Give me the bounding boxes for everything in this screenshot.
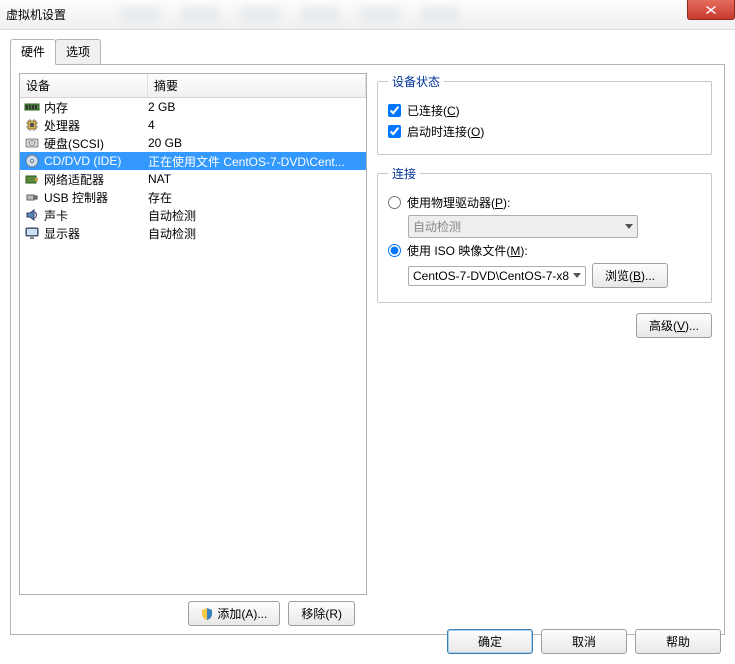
device-name: 显示器 bbox=[44, 225, 148, 242]
device-status-group: 设备状态 已连接(C) 启动时连接(O) bbox=[377, 73, 712, 155]
hardware-row-disk[interactable]: 硬盘(SCSI)20 GB bbox=[20, 134, 366, 152]
use-iso-radio[interactable] bbox=[388, 244, 401, 257]
device-name: 声卡 bbox=[44, 207, 148, 224]
connection-group: 连接 使用物理驱动器(P): 自动检测 使用 ISO 映像文件(M): bbox=[377, 165, 712, 303]
chevron-down-icon bbox=[625, 224, 633, 229]
hardware-row-nic[interactable]: 网络适配器NAT bbox=[20, 170, 366, 188]
use-physical-radio[interactable] bbox=[388, 196, 401, 209]
sound-icon bbox=[24, 207, 40, 223]
hardware-row-cpu[interactable]: 处理器4 bbox=[20, 116, 366, 134]
add-hardware-button[interactable]: 添加(A)... bbox=[188, 601, 280, 626]
column-summary[interactable]: 摘要 bbox=[148, 74, 366, 97]
cpu-icon bbox=[24, 117, 40, 133]
connection-legend: 连接 bbox=[388, 165, 420, 182]
close-icon bbox=[706, 6, 716, 14]
device-name: USB 控制器 bbox=[44, 189, 148, 206]
column-device[interactable]: 设备 bbox=[20, 74, 148, 97]
device-summary: 2 GB bbox=[148, 100, 362, 114]
chevron-down-icon bbox=[573, 273, 581, 278]
device-summary: 存在 bbox=[148, 189, 362, 206]
hardware-row-sound[interactable]: 声卡自动检测 bbox=[20, 206, 366, 224]
connected-checkbox[interactable] bbox=[388, 104, 401, 117]
tab-options[interactable]: 选项 bbox=[55, 39, 101, 65]
advanced-button[interactable]: 高级(V)... bbox=[636, 313, 712, 338]
device-status-legend: 设备状态 bbox=[388, 73, 444, 90]
add-button-label: 添加(A)... bbox=[217, 605, 267, 622]
cd-icon bbox=[24, 153, 40, 169]
connect-at-poweron-label: 启动时连接(O) bbox=[407, 123, 484, 140]
device-name: 处理器 bbox=[44, 117, 148, 134]
hardware-row-memory[interactable]: 内存2 GB bbox=[20, 98, 366, 116]
use-physical-label: 使用物理驱动器(P): bbox=[407, 194, 510, 211]
dialog-button-bar: 确定 取消 帮助 bbox=[447, 629, 721, 654]
window-close-button[interactable] bbox=[687, 0, 735, 20]
disk-icon bbox=[24, 135, 40, 151]
device-summary: 正在使用文件 CentOS-7-DVD\Cent... bbox=[148, 153, 362, 170]
device-summary: NAT bbox=[148, 172, 362, 186]
memory-icon bbox=[24, 99, 40, 115]
help-button[interactable]: 帮助 bbox=[635, 629, 721, 654]
hardware-row-usb[interactable]: USB 控制器存在 bbox=[20, 188, 366, 206]
use-iso-label: 使用 ISO 映像文件(M): bbox=[407, 242, 528, 259]
remove-hardware-button[interactable]: 移除(R) bbox=[288, 601, 355, 626]
device-name: CD/DVD (IDE) bbox=[44, 154, 148, 168]
iso-path-value: CentOS-7-DVD\CentOS-7-x8 bbox=[413, 269, 569, 283]
cancel-button[interactable]: 取消 bbox=[541, 629, 627, 654]
device-summary: 20 GB bbox=[148, 136, 362, 150]
tab-hardware[interactable]: 硬件 bbox=[10, 39, 56, 65]
device-name: 网络适配器 bbox=[44, 171, 148, 188]
device-summary: 4 bbox=[148, 118, 362, 132]
connect-at-poweron-checkbox[interactable] bbox=[388, 125, 401, 138]
window-title: 虚拟机设置 bbox=[6, 6, 66, 23]
device-name: 内存 bbox=[44, 99, 148, 116]
device-name: 硬盘(SCSI) bbox=[44, 135, 148, 152]
connected-label: 已连接(C) bbox=[407, 102, 460, 119]
physical-drive-value: 自动检测 bbox=[413, 218, 461, 235]
hardware-row-display[interactable]: 显示器自动检测 bbox=[20, 224, 366, 242]
tab-bar: 硬件 选项 bbox=[10, 38, 725, 65]
list-header: 设备 摘要 bbox=[20, 74, 366, 98]
hardware-list[interactable]: 设备 摘要 内存2 GB处理器4硬盘(SCSI)20 GBCD/DVD (IDE… bbox=[19, 73, 367, 595]
hardware-row-cd[interactable]: CD/DVD (IDE)正在使用文件 CentOS-7-DVD\Cent... bbox=[20, 152, 366, 170]
device-summary: 自动检测 bbox=[148, 207, 362, 224]
device-summary: 自动检测 bbox=[148, 225, 362, 242]
browse-button[interactable]: 浏览(B)... bbox=[592, 263, 668, 288]
nic-icon bbox=[24, 171, 40, 187]
shield-icon bbox=[201, 608, 213, 620]
title-bar: 虚拟机设置 bbox=[0, 0, 735, 30]
iso-path-combo[interactable]: CentOS-7-DVD\CentOS-7-x8 bbox=[408, 266, 586, 286]
display-icon bbox=[24, 225, 40, 241]
physical-drive-combo[interactable]: 自动检测 bbox=[408, 215, 638, 238]
ok-button[interactable]: 确定 bbox=[447, 629, 533, 654]
usb-icon bbox=[24, 189, 40, 205]
